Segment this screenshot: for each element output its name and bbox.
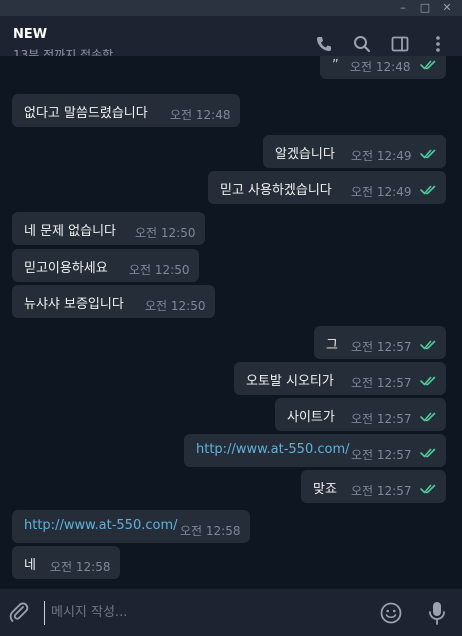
read-check-icon: [420, 185, 436, 195]
message-time: 오전 12:57: [351, 340, 412, 354]
message-text: 뉴샤샤 보증입니다: [24, 297, 124, 312]
maximize-icon[interactable]: □: [414, 0, 436, 16]
message-time: 오전 12:50: [135, 226, 196, 240]
message-time: 오전 12:48: [350, 60, 411, 74]
message-link[interactable]: http://www.at-550.com/: [24, 518, 178, 533]
message-time: 오전 12:50: [129, 263, 190, 277]
message-bubble[interactable]: ” 오전 12:48: [320, 56, 446, 79]
message-bubble[interactable]: 사이트가 오전 12:57: [275, 398, 446, 431]
message-time: 오전 12:58: [180, 524, 241, 538]
message-bubble[interactable]: 오토발 시오티가 오전 12:57: [234, 362, 446, 395]
message-text: ”: [332, 58, 339, 73]
message-text: 그: [326, 338, 338, 353]
read-check-icon: [420, 376, 436, 386]
message-text: 오토발 시오티가: [246, 374, 334, 389]
message-link[interactable]: http://www.at-550.com/: [196, 442, 350, 457]
read-check-icon: [420, 340, 436, 350]
message-bubble[interactable]: 믿고 사용하겠습니다 오전 12:49: [208, 171, 446, 204]
message-time: 오전 12:49: [351, 149, 412, 163]
message-time: 오전 12:58: [50, 560, 111, 574]
message-text: 사이트가: [287, 410, 335, 425]
chat-title[interactable]: NEW: [13, 27, 47, 42]
read-check-icon: [420, 484, 436, 494]
read-check-icon: [420, 448, 436, 458]
message-bubble[interactable]: 그 오전 12:57: [314, 326, 446, 359]
read-check-icon: [420, 149, 436, 159]
message-text: 믿고 사용하겠습니다: [220, 183, 332, 198]
message-bubble[interactable]: http://www.at-550.com/ 오전 12:57: [184, 434, 446, 467]
message-composer: 메시지 작성...: [0, 588, 462, 636]
microphone-icon[interactable]: [426, 600, 448, 626]
close-icon[interactable]: ✕: [436, 0, 458, 16]
message-bubble[interactable]: http://www.at-550.com/ 오전 12:58: [12, 510, 250, 543]
message-text: 맞죠: [313, 482, 337, 497]
phone-icon[interactable]: [314, 34, 334, 54]
message-time: 오전 12:57: [351, 376, 412, 390]
message-time: 오전 12:49: [351, 185, 412, 199]
read-check-icon: [420, 60, 436, 70]
message-bubble[interactable]: 없다고 말씀드렸습니다 오전 12:48: [12, 94, 240, 127]
emoji-icon[interactable]: [379, 601, 403, 625]
message-bubble[interactable]: 믿고이용하세요 오전 12:50: [12, 249, 199, 282]
message-bubble[interactable]: 뉴샤샤 보증입니다 오전 12:50: [12, 285, 215, 318]
message-time: 오전 12:57: [351, 448, 412, 462]
message-bubble[interactable]: 알겠습니다 오전 12:49: [263, 135, 446, 168]
message-text: 믿고이용하세요: [24, 261, 108, 276]
message-text: 없다고 말씀드렸습니다: [24, 106, 148, 121]
message-text: 네: [24, 558, 36, 573]
message-time: 오전 12:57: [351, 484, 412, 498]
window-titlebar: – □ ✕: [0, 0, 462, 16]
message-list[interactable]: ” 오전 12:48 없다고 말씀드렸습니다 오전 12:48 알겠습니다 오전…: [0, 56, 462, 588]
more-icon[interactable]: [428, 34, 448, 54]
read-check-icon: [420, 412, 436, 422]
message-text: 네 문제 없습니다: [24, 224, 116, 239]
message-input[interactable]: 메시지 작성...: [44, 601, 354, 625]
message-time: 오전 12:50: [145, 299, 206, 313]
message-time: 오전 12:48: [170, 108, 231, 122]
minimize-icon[interactable]: –: [392, 0, 414, 16]
message-time: 오전 12:57: [351, 412, 412, 426]
message-bubble[interactable]: 맞죠 오전 12:57: [301, 470, 446, 503]
message-bubble[interactable]: 네 오전 12:58: [12, 546, 120, 579]
sidebar-icon[interactable]: [390, 34, 410, 54]
message-bubble[interactable]: 네 문제 없습니다 오전 12:50: [12, 212, 205, 245]
attach-icon[interactable]: [8, 601, 30, 623]
message-text: 알겠습니다: [275, 147, 335, 162]
search-icon[interactable]: [352, 34, 372, 54]
